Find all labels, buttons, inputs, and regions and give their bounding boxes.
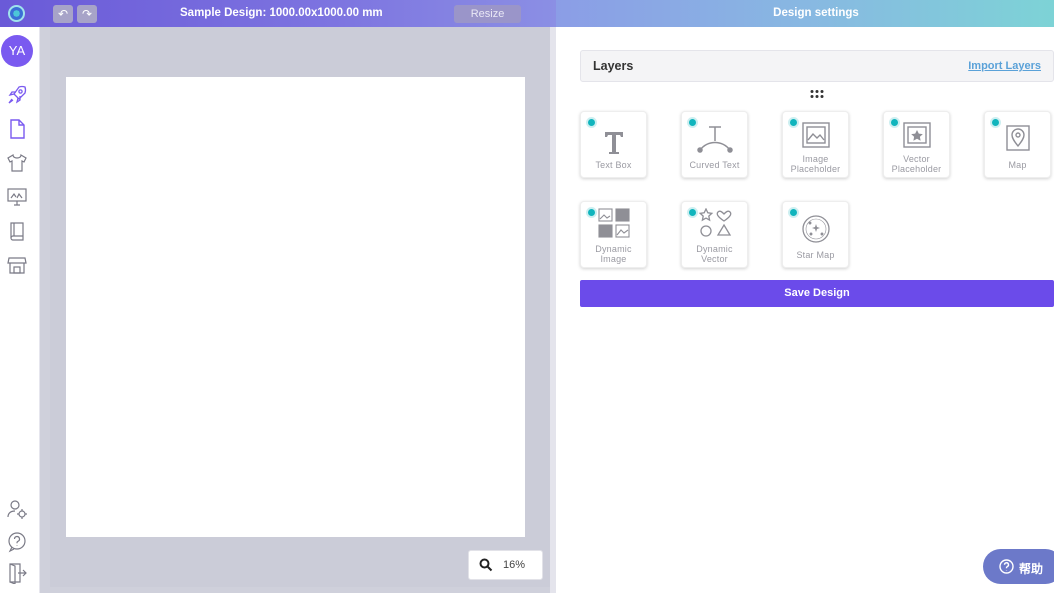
text-icon <box>596 126 632 158</box>
tshirt-icon[interactable] <box>6 152 28 174</box>
tile-star-map[interactable]: Star Map <box>782 201 849 268</box>
dynamic-image-icon <box>596 208 632 240</box>
curved-text-icon <box>696 124 733 156</box>
design-title: Sample Design: 1000.00x1000.00 mm <box>180 7 383 19</box>
drag-handle-icon[interactable] <box>809 86 825 98</box>
shapes-icon <box>697 207 733 240</box>
map-pin-icon <box>1000 124 1036 156</box>
tile-text-box[interactable]: Text Box <box>580 111 647 178</box>
tile-label: Dynamic <box>595 244 632 254</box>
help-button[interactable]: 帮助 <box>983 549 1054 584</box>
layers-header: Layers Import Layers <box>580 50 1054 82</box>
tile-label: Placeholder <box>891 164 942 174</box>
tile-image-placeholder[interactable]: Image Placeholder <box>782 111 849 178</box>
tile-map[interactable]: Map <box>984 111 1051 178</box>
monitor-gallery-icon[interactable] <box>6 186 28 208</box>
tile-curved-text[interactable]: Curved Text <box>681 111 748 178</box>
document-icon[interactable] <box>6 118 28 140</box>
tile-label: Vector <box>701 254 728 264</box>
import-layers-link[interactable]: Import Layers <box>968 60 1041 72</box>
tile-vector-placeholder[interactable]: Vector Placeholder <box>883 111 950 178</box>
left-sidebar: YA <box>0 27 40 593</box>
image-icon <box>798 120 834 152</box>
exit-icon[interactable] <box>6 562 28 585</box>
design-settings-panel: Layers Import Layers Text Box Curved Tex… <box>556 27 1054 593</box>
tile-label: Vector <box>903 154 930 164</box>
zoom-value: 16% <box>503 559 526 571</box>
tile-label: Text Box <box>595 160 632 170</box>
user-avatar[interactable]: YA <box>1 35 33 67</box>
save-design-button[interactable]: Save Design <box>580 280 1054 307</box>
design-settings-title: Design settings <box>773 7 859 19</box>
tile-label: Curved Text <box>689 160 740 170</box>
user-settings-icon[interactable] <box>6 498 28 520</box>
tile-label: Placeholder <box>790 164 841 174</box>
star-map-icon <box>798 214 834 246</box>
app-logo-icon[interactable] <box>8 5 25 22</box>
tile-label: Image <box>802 154 829 164</box>
vector-icon <box>899 120 935 152</box>
tile-dynamic-vector[interactable]: Dynamic Vector <box>681 201 748 268</box>
redo-button[interactable]: ↷ <box>77 5 97 23</box>
tile-label: Image <box>600 254 627 264</box>
book-icon[interactable] <box>6 220 28 242</box>
question-icon <box>999 559 1014 574</box>
resize-button[interactable]: Resize <box>454 5 521 23</box>
storefront-icon[interactable] <box>6 254 28 276</box>
help-circle-icon[interactable] <box>6 531 28 553</box>
tile-label: Star Map <box>796 250 835 260</box>
tile-dynamic-image[interactable]: Dynamic Image <box>580 201 647 268</box>
design-artboard[interactable] <box>66 77 525 537</box>
zoom-control[interactable]: 16% <box>468 550 543 580</box>
tile-label: Dynamic <box>696 244 733 254</box>
layers-title: Layers <box>593 59 634 73</box>
magnifier-icon <box>479 558 493 572</box>
tile-label: Map <box>1008 160 1027 170</box>
undo-button[interactable]: ↶ <box>53 5 73 23</box>
help-label: 帮助 <box>1019 562 1044 576</box>
rocket-icon[interactable] <box>6 84 28 106</box>
